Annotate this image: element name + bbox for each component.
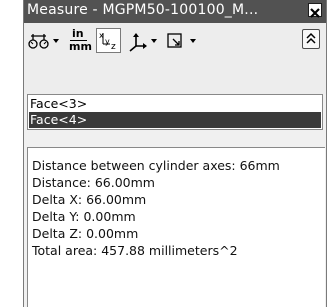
units-bottom-label: mm — [69, 40, 92, 53]
result-line: Delta X: 66.00mm — [32, 192, 147, 207]
result-line: Total area: 457.88 millimeters^2 — [32, 243, 238, 258]
units-precision-icon: in mm — [67, 27, 92, 54]
coordinate-system-button[interactable] — [128, 32, 148, 52]
result-line: Distance: 66.00mm — [32, 175, 155, 190]
xyz-projection-icon: x y z — [99, 31, 116, 52]
close-button[interactable] — [308, 3, 322, 18]
result-line: Distance between cylinder axes: 66mm — [32, 158, 280, 173]
chevron-down-icon[interactable] — [190, 38, 196, 44]
coordinate-system-icon — [129, 33, 147, 52]
result-line: Delta Z: 0.00mm — [32, 226, 139, 241]
arc-circle-options-button[interactable] — [28, 32, 50, 52]
projection-plane-button[interactable] — [166, 32, 184, 52]
measure-window: Measure - MGPM50-100100_M... in mm x y z… — [23, 0, 327, 307]
xyz-projection-button[interactable]: x y z — [96, 28, 121, 53]
expand-collapse-button[interactable] — [302, 29, 320, 49]
selection-list[interactable]: Face<3> Face<4> — [27, 94, 323, 130]
chevron-down-icon[interactable] — [151, 38, 157, 44]
close-icon — [310, 8, 320, 18]
arc-circle-options-icon — [28, 34, 49, 49]
title-bar[interactable]: Measure - MGPM50-100100_M... — [24, 0, 326, 23]
toolbar: in mm x y z — [24, 23, 326, 58]
window-title: Measure - MGPM50-100100_M... — [27, 2, 259, 18]
svg-text:y: y — [105, 37, 110, 46]
expand-collapse-icon — [306, 32, 316, 44]
units-top-label: in — [72, 27, 84, 40]
list-item[interactable]: Face<3> — [29, 96, 321, 112]
results-panel: Distance between cylinder axes: 66mm Dis… — [27, 147, 325, 307]
chevron-down-icon[interactable] — [53, 38, 59, 44]
toolbar-spacer — [24, 58, 326, 94]
svg-text:z: z — [111, 42, 116, 52]
list-item-selected[interactable]: Face<4> — [29, 112, 321, 128]
projection-plane-icon — [167, 33, 182, 48]
result-line: Delta Y: 0.00mm — [32, 209, 136, 224]
units-precision-button[interactable]: in mm — [67, 27, 92, 54]
